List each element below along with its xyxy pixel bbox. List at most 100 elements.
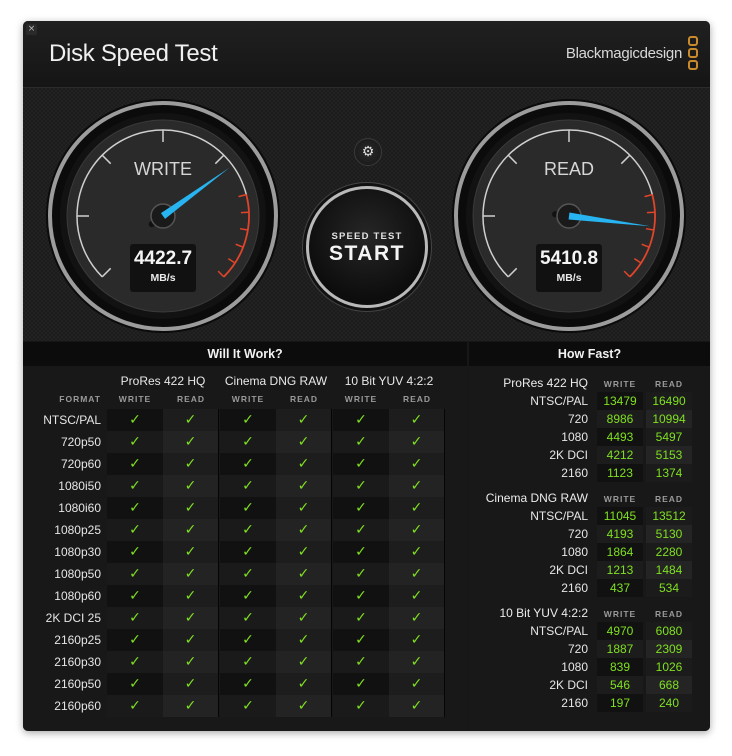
close-button[interactable]: × (26, 24, 37, 35)
table-row: 1080 839 1026 (469, 658, 710, 676)
read-gauge-dial (452, 99, 686, 333)
format-label: 1080p30 (54, 545, 101, 559)
table-row: 2K DCI 546 668 (469, 676, 710, 694)
check-icon: ✓ (163, 519, 219, 541)
table-row: NTSC/PAL 4970 6080 (469, 622, 710, 640)
resolution-label: NTSC/PAL (530, 509, 588, 523)
resolution-label: NTSC/PAL (530, 394, 588, 408)
check-icon: ✓ (333, 673, 389, 695)
will-it-work-table: NTSC/PAL ✓ ✓ ✓ ✓ ✓ ✓ 720p50 ✓ ✓ ✓ ✓ ✓ ✓ 720p60 ✓ ✓ ✓ ✓ ✓ ✓ 10… (23, 409, 467, 717)
check-icon: ✓ (333, 475, 389, 497)
check-icon: ✓ (220, 431, 276, 453)
check-icon: ✓ (276, 673, 332, 695)
brand-name: Blackmagicdesign (565, 44, 682, 62)
write-speed-unit: MB/s (150, 272, 176, 284)
check-icon: ✓ (163, 563, 219, 585)
format-header: FORMAT (59, 394, 101, 404)
subheader: WRITE (231, 394, 265, 404)
format-label: 2160p30 (54, 655, 101, 669)
write-fps-value: 437 (597, 579, 643, 597)
check-icon: ✓ (333, 519, 389, 541)
subheader: READ (176, 394, 206, 404)
section-header: Cinema DNG RAW WRITE READ (469, 489, 710, 507)
read-header: READ (654, 609, 684, 619)
check-icon: ✓ (333, 541, 389, 563)
group-header-cinema-dng: Cinema DNG RAW (224, 374, 328, 388)
write-speed-value: 4422.7 (133, 248, 193, 269)
check-icon: ✓ (107, 409, 163, 431)
check-icon: ✓ (276, 453, 332, 475)
read-fps-value: 16490 (646, 392, 692, 410)
settings-button[interactable]: ⚙ (354, 138, 382, 166)
check-icon: ✓ (107, 629, 163, 651)
write-readout: 4422.7 MB/s (130, 244, 196, 292)
format-label: 2160p50 (54, 677, 101, 691)
section-header: 10 Bit YUV 4:2:2 WRITE READ (469, 604, 710, 622)
check-icon: ✓ (107, 607, 163, 629)
check-icon: ✓ (389, 541, 445, 563)
check-icon: ✓ (389, 629, 445, 651)
write-fps-value: 4493 (597, 428, 643, 446)
table-row: 1080p50 ✓ ✓ ✓ ✓ ✓ ✓ (23, 563, 467, 585)
start-button[interactable]: SPEED TEST START (306, 186, 428, 308)
app-title: Disk Speed Test (49, 40, 218, 67)
check-icon: ✓ (276, 497, 332, 519)
write-header: WRITE (603, 379, 637, 389)
read-fps-value: 1026 (646, 658, 692, 676)
read-fps-value: 5153 (646, 446, 692, 464)
check-icon: ✓ (333, 497, 389, 519)
section-header: ProRes 422 HQ WRITE READ (469, 374, 710, 392)
resolution-label: 1080 (561, 660, 588, 674)
check-icon: ✓ (276, 607, 332, 629)
table-row: 1080 4493 5497 (469, 428, 710, 446)
how-fast-section: 10 Bit YUV 4:2:2 WRITE READ NTSC/PAL 4970 608… (469, 604, 710, 712)
how-fast-section: ProRes 422 HQ WRITE READ NTSC/PAL 13479 16490… (469, 374, 710, 482)
check-icon: ✓ (107, 563, 163, 585)
table-row: 2160 437 534 (469, 579, 710, 597)
check-icon: ✓ (389, 585, 445, 607)
read-fps-value: 1374 (646, 464, 692, 482)
check-icon: ✓ (220, 541, 276, 563)
read-fps-value: 668 (646, 676, 692, 694)
check-icon: ✓ (107, 497, 163, 519)
write-header: WRITE (603, 494, 637, 504)
table-row: 1080p25 ✓ ✓ ✓ ✓ ✓ ✓ (23, 519, 467, 541)
table-row: 2160p25 ✓ ✓ ✓ ✓ ✓ ✓ (23, 629, 467, 651)
check-icon: ✓ (163, 409, 219, 431)
will-it-work-title: Will It Work? (23, 342, 467, 366)
write-fps-value: 4212 (597, 446, 643, 464)
check-icon: ✓ (163, 497, 219, 519)
title-bar: Disk Speed Test Blackmagicdesign (23, 21, 710, 87)
resolution-label: 720 (567, 527, 588, 541)
check-icon: ✓ (220, 673, 276, 695)
subheader: READ (289, 394, 319, 404)
table-row: 2160p50 ✓ ✓ ✓ ✓ ✓ ✓ (23, 673, 467, 695)
check-icon: ✓ (276, 431, 332, 453)
check-icon: ✓ (163, 585, 219, 607)
check-icon: ✓ (107, 673, 163, 695)
check-icon: ✓ (107, 585, 163, 607)
check-icon: ✓ (220, 695, 276, 717)
check-icon: ✓ (276, 585, 332, 607)
format-label: 1080i60 (58, 501, 101, 515)
check-icon: ✓ (333, 607, 389, 629)
section-name: 10 Bit YUV 4:2:2 (499, 606, 589, 620)
check-icon: ✓ (220, 563, 276, 585)
read-fps-value: 1484 (646, 561, 692, 579)
subheaders: FORMAT WRITE READ WRITE READ WRITE READ (23, 394, 467, 406)
check-icon: ✓ (220, 519, 276, 541)
resolution-label: 1080 (561, 545, 588, 559)
table-row: NTSC/PAL ✓ ✓ ✓ ✓ ✓ ✓ (23, 409, 467, 431)
read-fps-value: 240 (646, 694, 692, 712)
table-row: 2160p30 ✓ ✓ ✓ ✓ ✓ ✓ (23, 651, 467, 673)
subheader: WRITE (118, 394, 152, 404)
check-icon: ✓ (333, 563, 389, 585)
read-fps-value: 5130 (646, 525, 692, 543)
check-icon: ✓ (107, 695, 163, 717)
check-icon: ✓ (389, 695, 445, 717)
check-icon: ✓ (163, 607, 219, 629)
disk-speed-test-window: Disk Speed Test Blackmagicdesign × WRITE… (23, 21, 710, 731)
start-button-label: START (329, 242, 405, 265)
read-speed-value: 5410.8 (539, 248, 599, 269)
blackmagic-logo-icon (688, 36, 698, 70)
